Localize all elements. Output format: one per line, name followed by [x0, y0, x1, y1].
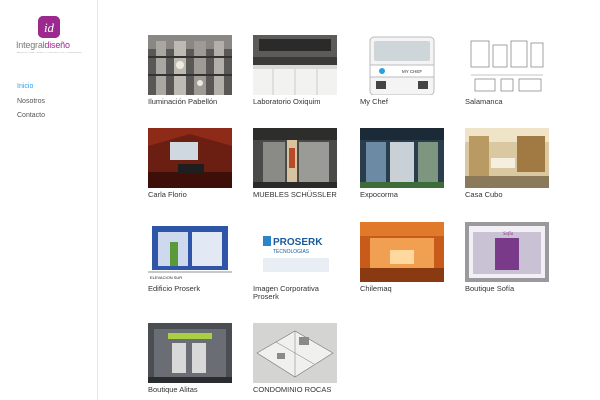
portfolio-thumbnail[interactable] [148, 323, 232, 383]
portfolio-caption[interactable]: Chilemaq [360, 285, 446, 293]
thumb-text: MY CHEF [402, 69, 422, 74]
portfolio-caption[interactable]: Boutique Alitas [148, 386, 234, 394]
portfolio-thumbnail[interactable]: Sofía [465, 222, 549, 282]
portfolio-thumbnail[interactable]: ELEVACION SUR [148, 222, 232, 282]
portfolio-item-muebles-schussler[interactable]: MUEBLES SCHÜSSLER [253, 128, 339, 199]
portfolio-grid: Iluminación Pabellón Laboratorio Oxiquim [0, 0, 600, 400]
portfolio-caption[interactable]: Iluminación Pabellón [148, 98, 234, 106]
portfolio-thumbnail[interactable] [253, 323, 337, 383]
thumb-subtext: TECNOLOGIAS [273, 249, 310, 255]
portfolio-item-boutique-alitas[interactable]: Boutique Alitas [148, 323, 234, 394]
portfolio-caption[interactable]: Expocorma [360, 191, 446, 199]
portfolio-caption[interactable]: Laboratorio Oxiquim [253, 98, 339, 106]
portfolio-caption[interactable]: MUEBLES SCHÜSSLER [253, 191, 339, 199]
portfolio-item-my-chef[interactable]: MY CHEF My Chef [360, 35, 446, 106]
portfolio-item-boutique-sofia[interactable]: Sofía Boutique Sofía [465, 222, 551, 293]
portfolio-item-iluminacion-pabellon[interactable]: Iluminación Pabellón [148, 35, 234, 106]
portfolio-item-laboratorio-oxiquim[interactable]: Laboratorio Oxiquim [253, 35, 339, 106]
portfolio-caption[interactable]: My Chef [360, 98, 446, 106]
portfolio-caption[interactable]: Boutique Sofía [465, 285, 551, 293]
portfolio-item-edificio-proserk[interactable]: ELEVACION SUR Edificio Proserk [148, 222, 234, 293]
portfolio-caption[interactable]: Casa Cubo [465, 191, 551, 199]
portfolio-thumbnail[interactable] [360, 222, 444, 282]
portfolio-thumbnail[interactable] [148, 128, 232, 188]
portfolio-item-salamanca[interactable]: Salamanca [465, 35, 551, 106]
portfolio-caption[interactable]: Salamanca [465, 98, 551, 106]
portfolio-item-expocorma[interactable]: Expocorma [360, 128, 446, 199]
portfolio-item-imagen-corporativa-proserk[interactable]: PROSERK TECNOLOGIAS Imagen Corporativa P… [253, 222, 339, 301]
portfolio-thumbnail[interactable] [465, 128, 549, 188]
portfolio-caption[interactable]: Carla Florio [148, 191, 234, 199]
portfolio-caption[interactable]: CONDOMINIO ROCAS [253, 386, 339, 394]
portfolio-item-carla-florio[interactable]: Carla Florio [148, 128, 234, 199]
portfolio-thumbnail[interactable] [465, 35, 549, 95]
portfolio-item-condominio-rocas[interactable]: CONDOMINIO ROCAS [253, 323, 339, 394]
portfolio-thumbnail[interactable] [253, 128, 337, 188]
portfolio-item-chilemaq[interactable]: Chilemaq [360, 222, 446, 293]
portfolio-thumbnail[interactable] [148, 35, 232, 95]
thumb-text: PROSERK [273, 237, 323, 248]
portfolio-thumbnail[interactable]: PROSERK TECNOLOGIAS [253, 222, 337, 282]
thumb-text: ELEVACION SUR [150, 275, 182, 280]
portfolio-item-casa-cubo[interactable]: Casa Cubo [465, 128, 551, 199]
portfolio-thumbnail[interactable] [253, 35, 337, 95]
portfolio-caption[interactable]: Edificio Proserk [148, 285, 234, 293]
portfolio-thumbnail[interactable]: MY CHEF [360, 35, 444, 95]
thumb-text: Sofía [503, 232, 514, 237]
portfolio-caption[interactable]: Imagen Corporativa Proserk [253, 285, 339, 301]
portfolio-thumbnail[interactable] [360, 128, 444, 188]
